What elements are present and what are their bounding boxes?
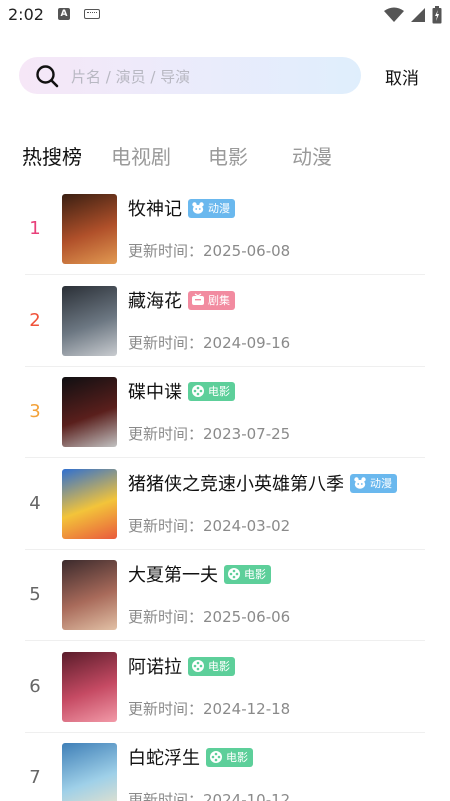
poster-image[interactable] — [62, 469, 117, 539]
anime-icon — [191, 201, 205, 215]
rank-number: 7 — [29, 767, 41, 788]
search-icon — [36, 65, 59, 88]
tv-icon — [191, 293, 205, 307]
tab-tv-series[interactable]: 电视剧 — [111, 141, 171, 170]
film-reel-icon — [227, 567, 241, 581]
list-item[interactable]: 4 猪猪侠之竞速小英雄第八季 动漫更新时间：2024-03-02 — [0, 459, 450, 550]
badge-label: 动漫 — [370, 477, 392, 490]
update-time: 更新时间：2024-12-18 — [128, 698, 290, 719]
update-date: 2024-12-18 — [203, 700, 291, 718]
update-time-label: 更新时间： — [128, 425, 204, 443]
title-line: 白蛇浮生 电影 — [128, 744, 253, 770]
status-icons — [384, 6, 442, 24]
update-time: 更新时间：2025-06-08 — [128, 240, 290, 261]
category-badge: 电影 — [206, 747, 253, 767]
poster-image[interactable] — [62, 377, 117, 447]
rank-number: 5 — [29, 584, 41, 605]
tab-anime[interactable]: 动漫 — [292, 141, 332, 170]
list-item[interactable]: 3 碟中谍 电影更新时间：2023-07-25 — [0, 367, 450, 458]
keyboard-icon — [84, 9, 100, 19]
item-title[interactable]: 碟中谍 — [128, 378, 182, 404]
rank-number: 1 — [29, 218, 41, 239]
update-time-label: 更新时间： — [128, 608, 204, 626]
list-item[interactable]: 1 牧神记 动漫更新时间：2025-06-08 — [0, 184, 450, 275]
status-time: 2:02 — [8, 5, 44, 24]
update-date: 2024-10-12 — [203, 791, 291, 801]
item-title[interactable]: 阿诺拉 — [128, 653, 182, 679]
battery-icon — [432, 6, 442, 24]
poster-image[interactable] — [62, 286, 117, 356]
update-time: 更新时间：2023-07-25 — [128, 423, 290, 444]
rank-number: 6 — [29, 676, 41, 697]
badge-label: 剧集 — [208, 294, 230, 307]
row-divider — [25, 640, 425, 641]
search-input[interactable]: 片名 / 演员 / 导演 — [71, 66, 190, 87]
status-bar: 2:02 A — [0, 0, 450, 30]
update-time: 更新时间：2024-03-02 — [128, 515, 290, 536]
item-title[interactable]: 牧神记 — [128, 195, 182, 221]
film-reel-icon — [191, 384, 205, 398]
title-line: 阿诺拉 电影 — [128, 653, 235, 679]
row-divider — [25, 457, 425, 458]
update-time: 更新时间：2024-09-16 — [128, 332, 290, 353]
poster-image[interactable] — [62, 652, 117, 722]
title-line: 碟中谍 电影 — [128, 378, 235, 404]
category-badge: 电影 — [188, 381, 235, 401]
badge-label: 电影 — [244, 568, 266, 581]
wifi-icon — [384, 7, 404, 22]
badge-label: 电影 — [208, 385, 230, 398]
update-date: 2024-09-16 — [203, 334, 291, 352]
category-badge: 剧集 — [188, 290, 235, 310]
category-badge: 电影 — [224, 564, 271, 584]
row-divider — [25, 274, 425, 275]
list-item[interactable]: 5 大夏第一夫 电影更新时间：2025-06-06 — [0, 550, 450, 641]
update-time-label: 更新时间： — [128, 700, 204, 718]
update-time: 更新时间：2025-06-06 — [128, 606, 290, 627]
list-item[interactable]: 6 阿诺拉 电影更新时间：2024-12-18 — [0, 642, 450, 733]
update-time: 更新时间：2024-10-12 — [128, 789, 290, 801]
update-time-label: 更新时间： — [128, 334, 204, 352]
title-line: 藏海花 剧集 — [128, 287, 235, 313]
search-box[interactable]: 片名 / 演员 / 导演 — [19, 57, 361, 94]
update-time-label: 更新时间： — [128, 791, 204, 801]
film-reel-icon — [209, 750, 223, 764]
rank-number: 3 — [29, 401, 41, 422]
cancel-button[interactable]: 取消 — [385, 64, 419, 89]
update-time-label: 更新时间： — [128, 242, 204, 260]
list-item[interactable]: 2 藏海花 剧集更新时间：2024-09-16 — [0, 276, 450, 367]
item-title[interactable]: 大夏第一夫 — [128, 561, 218, 587]
category-badge: 动漫 — [188, 198, 235, 218]
badge-label: 电影 — [208, 660, 230, 673]
category-badge: 电影 — [188, 656, 235, 676]
update-time-label: 更新时间： — [128, 517, 204, 535]
badge-label: 电影 — [226, 751, 248, 764]
update-date: 2025-06-06 — [203, 608, 291, 626]
tab-movies[interactable]: 电影 — [208, 141, 248, 170]
update-date: 2024-03-02 — [203, 517, 291, 535]
update-date: 2025-06-08 — [203, 242, 291, 260]
list-item[interactable]: 7 白蛇浮生 电影更新时间：2024-10-12 — [0, 733, 450, 801]
rank-number: 2 — [29, 310, 41, 331]
item-title[interactable]: 藏海花 — [128, 287, 182, 313]
update-date: 2023-07-25 — [203, 425, 291, 443]
poster-image[interactable] — [62, 743, 117, 801]
title-line: 猪猪侠之竞速小英雄第八季 动漫 — [128, 470, 397, 496]
anime-icon — [353, 476, 367, 490]
tab-hot-search[interactable]: 热搜榜 — [22, 141, 82, 170]
title-line: 大夏第一夫 电影 — [128, 561, 271, 587]
category-badge: 动漫 — [350, 473, 397, 493]
signal-icon — [411, 8, 425, 22]
item-title[interactable]: 白蛇浮生 — [128, 744, 200, 770]
badge-label: 动漫 — [208, 202, 230, 215]
poster-image[interactable] — [62, 560, 117, 630]
accessibility-a-icon: A — [58, 8, 70, 20]
film-reel-icon — [191, 659, 205, 673]
title-line: 牧神记 动漫 — [128, 195, 235, 221]
poster-image[interactable] — [62, 194, 117, 264]
item-title[interactable]: 猪猪侠之竞速小英雄第八季 — [128, 470, 344, 496]
rank-number: 4 — [29, 493, 41, 514]
